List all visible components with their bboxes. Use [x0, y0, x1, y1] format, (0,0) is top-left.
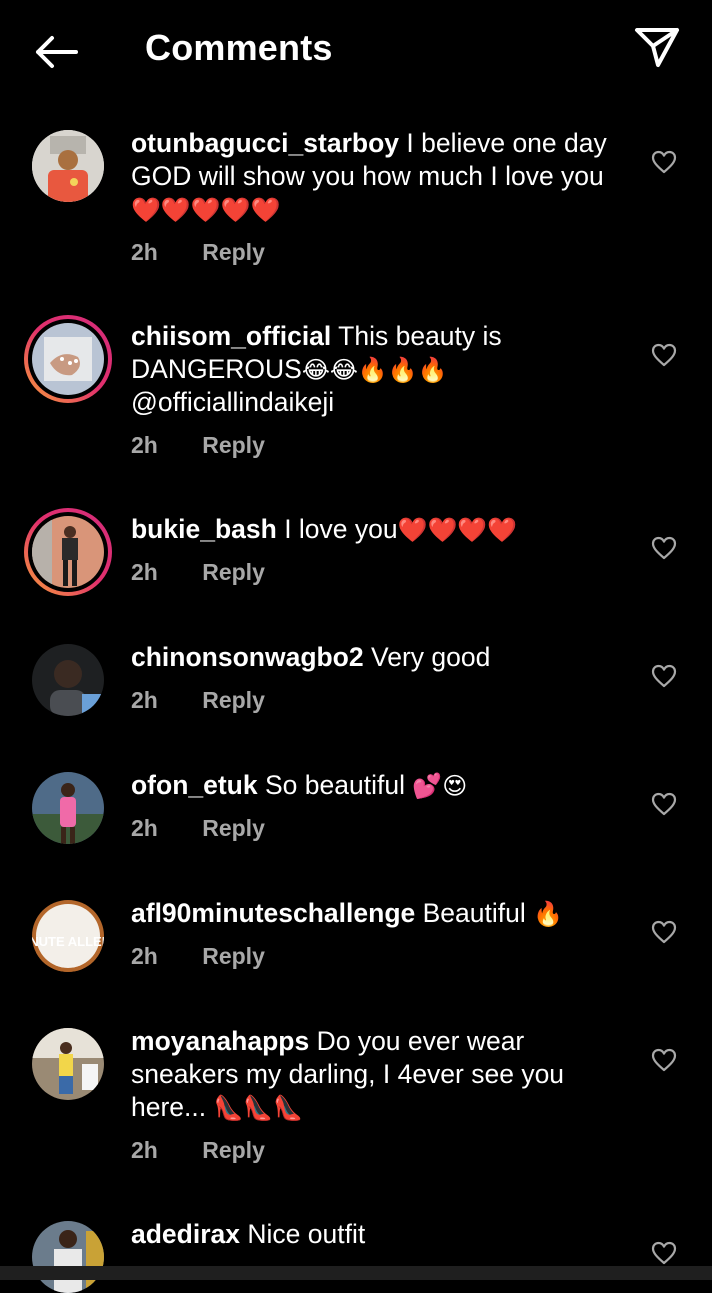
heart-icon [651, 664, 677, 688]
avatar[interactable] [32, 644, 104, 716]
comment-meta: 2h Reply [131, 559, 265, 586]
comment-emoji: 💕😍 [412, 772, 468, 800]
paper-plane-icon [635, 28, 679, 67]
comment-username[interactable]: chiisom_official [131, 321, 331, 351]
comment-time: 2h [131, 943, 158, 969]
like-button[interactable] [648, 339, 680, 371]
comment-emoji: 😂😂🔥🔥🔥 [301, 356, 448, 384]
avatar-logo-text: MINUTE ALLENG [32, 934, 104, 949]
comment-time: 2h [131, 559, 158, 585]
comment-body: moyanahapps Do you ever wear sneakers my… [131, 1025, 631, 1124]
avatar[interactable] [32, 772, 104, 844]
comment-emoji: ❤️❤️❤️❤️❤️ [131, 196, 281, 224]
like-button[interactable] [648, 660, 680, 692]
back-button[interactable] [28, 28, 84, 76]
comment-mention[interactable]: @officiallindaikeji [131, 387, 334, 417]
comment-body: afl90minuteschallenge Beautiful 🔥 [131, 897, 631, 930]
comment-username[interactable]: adedirax [131, 1219, 240, 1249]
heart-icon [651, 536, 677, 560]
like-button[interactable] [648, 916, 680, 948]
avatar-image [32, 323, 104, 395]
comment-meta: 2h Reply [131, 1137, 265, 1164]
comment-emoji: 👠👠👠 [213, 1094, 304, 1122]
comment-username[interactable]: moyanahapps [131, 1026, 309, 1056]
comment-username[interactable]: ofon_etuk [131, 770, 258, 800]
heart-icon [651, 343, 677, 367]
page-title: Comments [145, 27, 333, 68]
heart-icon [651, 1241, 677, 1265]
heart-icon [651, 792, 677, 816]
like-button[interactable] [648, 1237, 680, 1269]
like-button[interactable] [648, 532, 680, 564]
comment-username[interactable]: bukie_bash [131, 514, 277, 544]
like-button[interactable] [648, 788, 680, 820]
share-button[interactable] [630, 22, 684, 72]
avatar[interactable] [24, 315, 112, 403]
arrow-left-icon [36, 36, 78, 68]
comment-time: 2h [131, 687, 158, 713]
comment-text: Beautiful [422, 898, 526, 928]
comment-emoji: ❤️❤️❤️❤️ [397, 516, 518, 544]
avatar[interactable] [32, 130, 104, 202]
comment-meta: 2h Reply [131, 815, 265, 842]
like-button[interactable] [648, 1044, 680, 1076]
comment-username[interactable]: afl90minuteschallenge [131, 898, 415, 928]
comment-username[interactable]: otunbagucci_starboy [131, 128, 399, 158]
story-ring [28, 319, 108, 399]
reply-button[interactable]: Reply [202, 432, 265, 458]
avatar-image [32, 516, 104, 588]
avatar-image [32, 1221, 104, 1293]
avatar-image: MINUTE ALLENG [32, 900, 104, 972]
reply-button[interactable]: Reply [202, 815, 265, 841]
heart-icon [651, 1048, 677, 1072]
comment-time: 2h [131, 239, 158, 265]
avatar[interactable] [32, 1221, 104, 1293]
reply-button[interactable]: Reply [202, 943, 265, 969]
reply-button[interactable]: Reply [202, 687, 265, 713]
avatar-image [32, 130, 104, 202]
comment-text: Very good [371, 642, 491, 672]
header-bar: Comments [0, 0, 712, 100]
comment-meta: 2h Reply [131, 432, 265, 459]
reply-button[interactable]: Reply [202, 239, 265, 265]
avatar-image [32, 644, 104, 716]
comment-meta: 2h Reply [131, 943, 265, 970]
comment-body: bukie_bash I love you❤️❤️❤️❤️ [131, 513, 631, 546]
comment-text: So beautiful [265, 770, 405, 800]
comment-text: Nice outfit [247, 1219, 366, 1249]
avatar-image [32, 772, 104, 844]
comment-username[interactable]: chinonsonwagbo2 [131, 642, 364, 672]
comment-body: chiisom_official This beauty is DANGEROU… [131, 320, 511, 419]
avatar[interactable] [24, 508, 112, 596]
comment-meta: 2h Reply [131, 687, 265, 714]
reply-button[interactable]: Reply [202, 559, 265, 585]
reply-button[interactable]: Reply [202, 1137, 265, 1163]
story-ring [28, 512, 108, 592]
comment-body: chinonsonwagbo2 Very good [131, 641, 631, 674]
avatar[interactable]: MINUTE ALLENG [32, 900, 104, 972]
comment-time: 2h [131, 432, 158, 458]
bottom-bar [0, 1266, 712, 1280]
avatar[interactable] [32, 1028, 104, 1100]
comment-emoji: 🔥 [533, 900, 564, 928]
comment-meta: 2h Reply [131, 239, 265, 266]
heart-icon [651, 150, 677, 174]
comment-body: ofon_etuk So beautiful 💕😍 [131, 769, 631, 802]
comment-body: adedirax Nice outfit [131, 1218, 631, 1251]
heart-icon [651, 920, 677, 944]
comment-body: otunbagucci_starboy I believe one day GO… [131, 127, 631, 226]
like-button[interactable] [648, 146, 680, 178]
comment-text: I love you [284, 514, 398, 544]
comment-time: 2h [131, 815, 158, 841]
comment-time: 2h [131, 1137, 158, 1163]
avatar-image [32, 1028, 104, 1100]
